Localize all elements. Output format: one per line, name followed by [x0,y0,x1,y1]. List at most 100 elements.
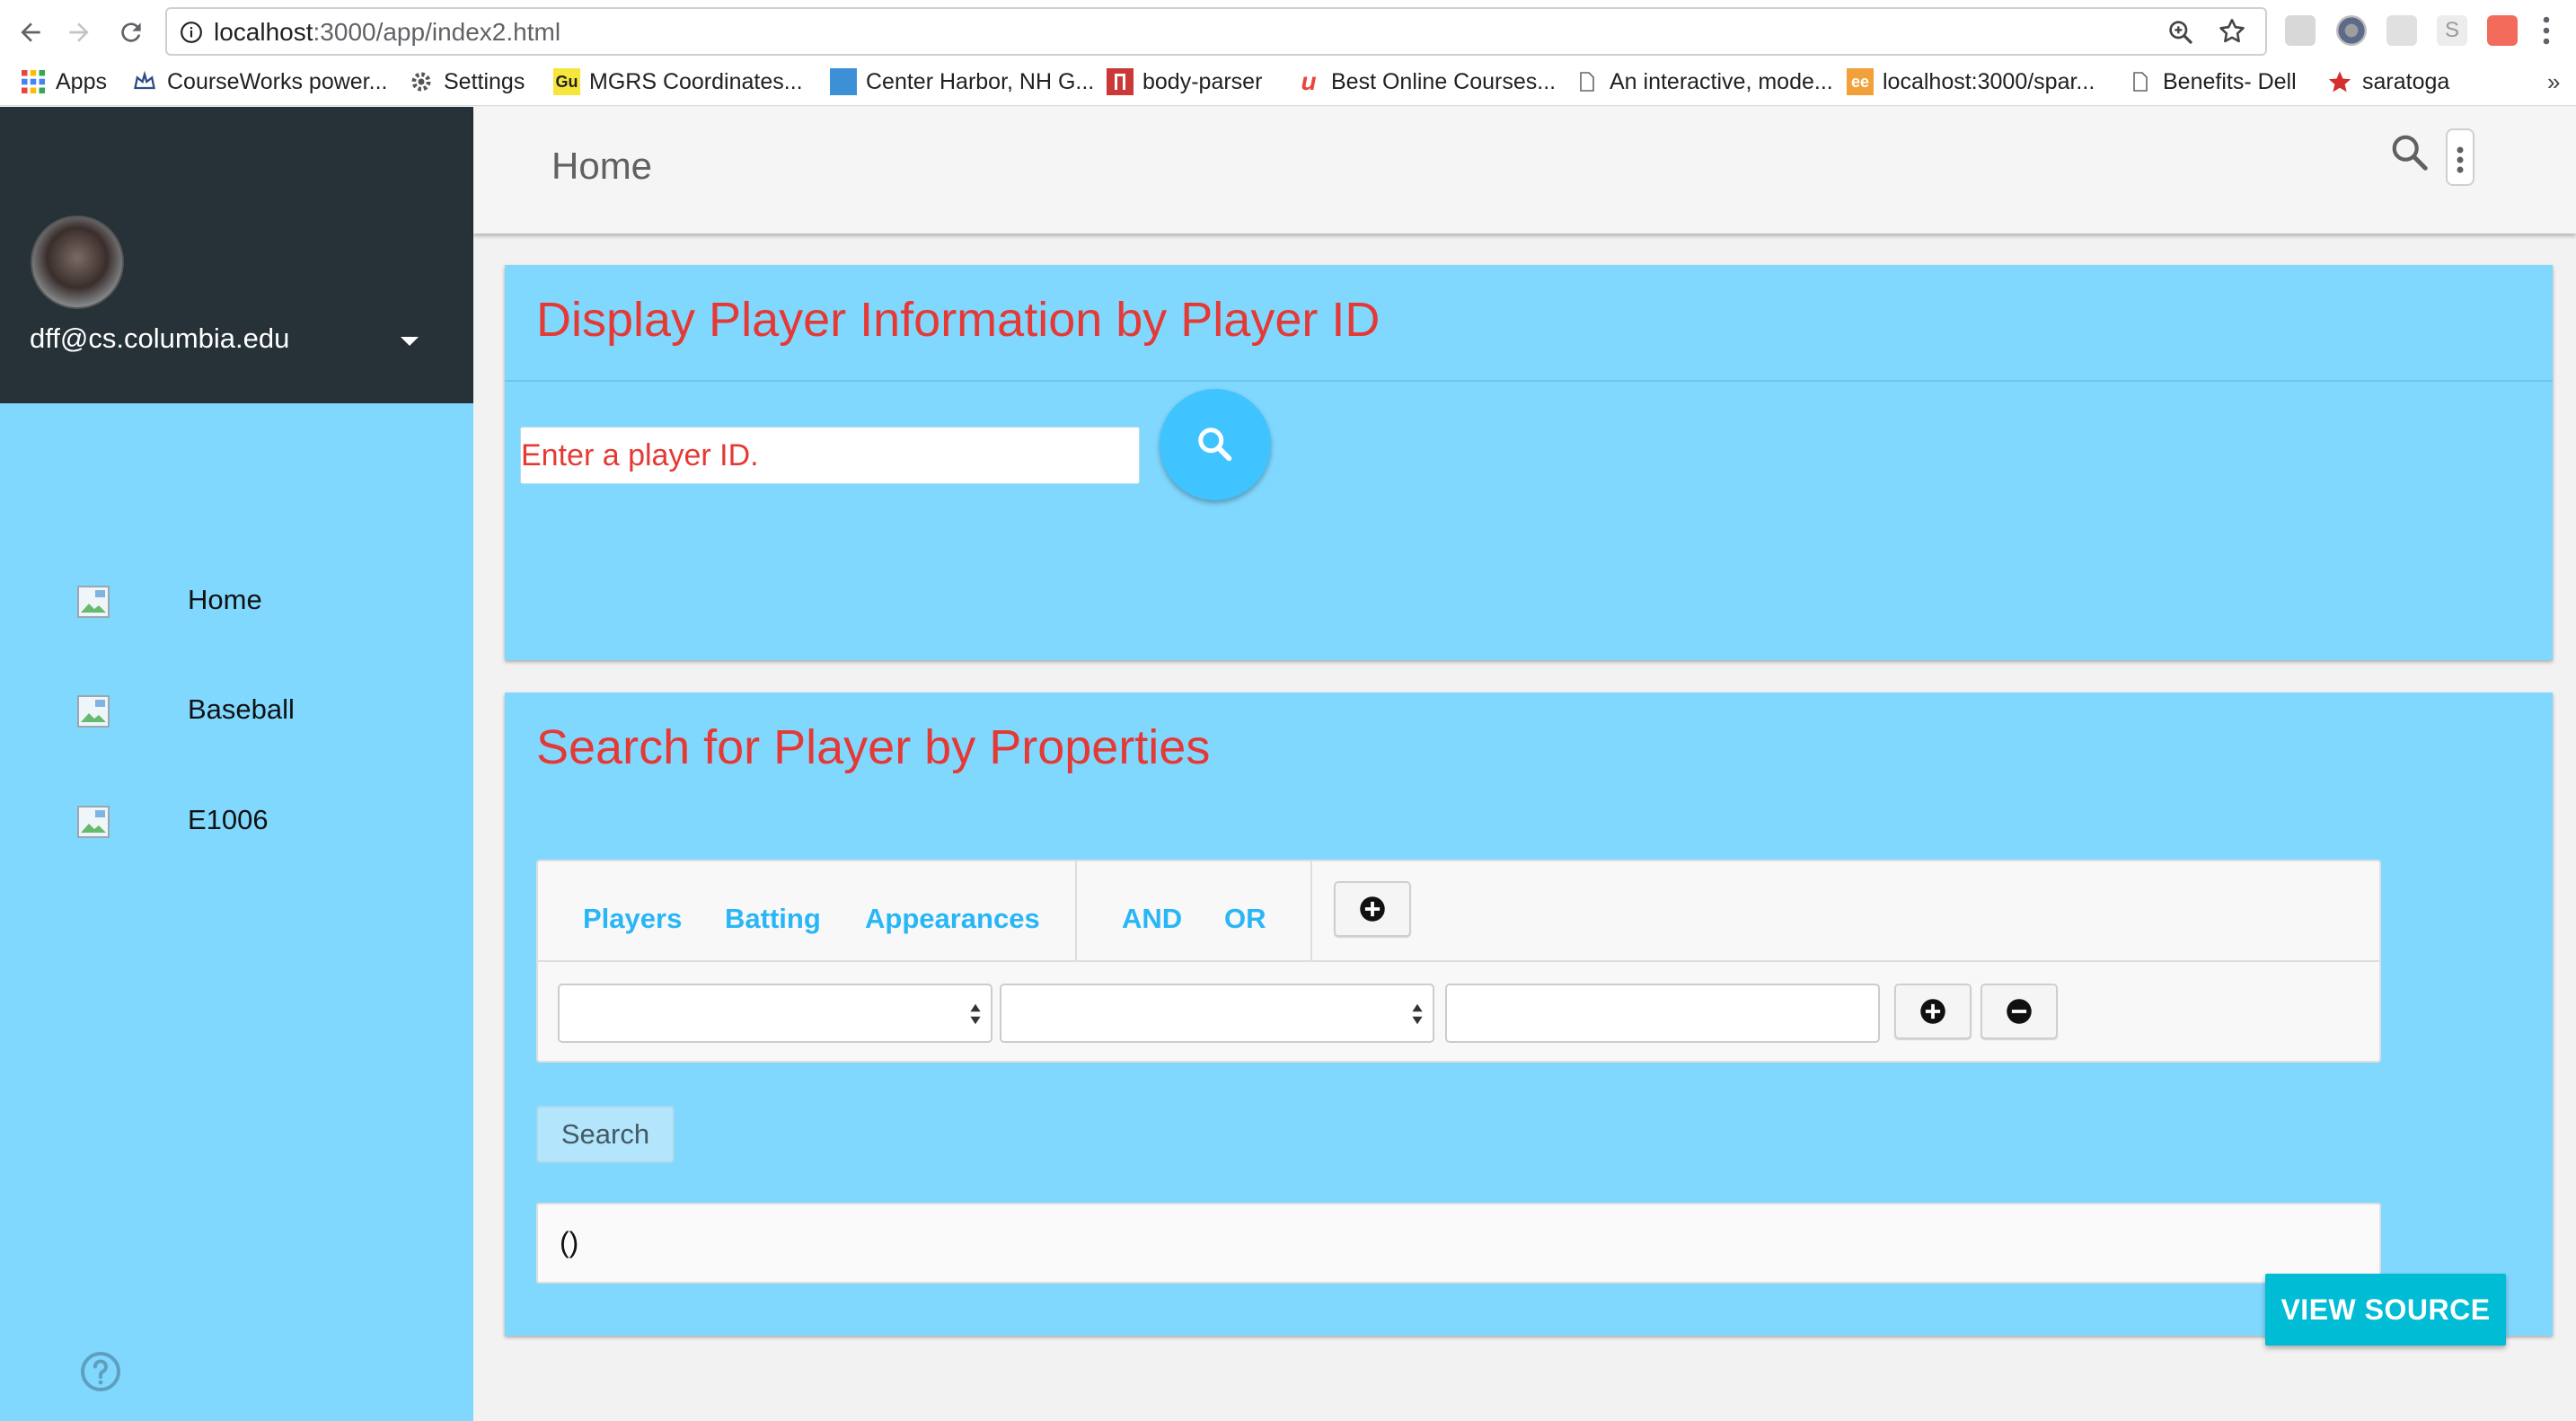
and-toggle[interactable]: AND [1122,903,1182,935]
results-box: () [536,1203,2381,1284]
remove-rule-button[interactable] [1981,984,2058,1039]
reload-button[interactable] [111,13,151,52]
result-text: () [560,1226,579,1258]
bookmark-localhost-spar[interactable]: ee localhost:3000/spar... [1847,65,2095,99]
url-text: localhost:3000/app/index2.html [214,18,561,46]
bookmark-label: localhost:3000/spar... [1883,68,2095,94]
back-button[interactable] [11,13,50,52]
bookmark-settings[interactable]: Settings [408,65,525,99]
view-source-button[interactable]: VIEW SOURCE [2265,1274,2506,1346]
extension-light-icon[interactable] [2386,15,2417,46]
udemy-icon: u [1301,67,1317,95]
page-icon [2127,68,2154,95]
sidebar-item-baseball[interactable]: Baseball [0,666,473,747]
or-toggle[interactable]: OR [1224,903,1266,935]
search-icon [1198,428,1232,462]
search-icon[interactable] [2389,132,2430,173]
gu-logo-icon: Gu [553,68,580,95]
header-divider [1075,861,1077,962]
bookmark-benefits-dell[interactable]: Benefits- Dell [2127,65,2297,99]
sidebar: dff@cs.columbia.edu Home Baseball E1006 [0,107,473,1421]
bookmark-center-harbor[interactable]: Center Harbor, NH G... [830,65,1094,99]
broken-image-icon [77,806,110,838]
property-search-card: Search for Player by Properties Players … [505,693,2553,1336]
address-bar[interactable]: localhost:3000/app/index2.html [165,7,2267,56]
bookmark-label: Best Online Courses... [1331,68,1557,94]
header-divider [1310,861,1312,962]
npm-icon [1107,68,1134,95]
tab-appearances[interactable]: Appearances [865,903,1040,935]
value-input[interactable] [1445,984,1880,1043]
player-id-search-button[interactable] [1160,389,1271,500]
extension-s-icon[interactable]: S [2437,15,2467,46]
sidebar-item-label: Baseball [188,693,295,725]
browser-toolbar: localhost:3000/app/index2.html S Apps Co… [0,0,2576,106]
card-title: Search for Player by Properties [536,720,1211,774]
card-title: Display Player Information by Player ID [536,293,1381,347]
bookmark-label: CourseWorks power... [167,68,388,94]
tab-players[interactable]: Players [583,903,682,935]
plus-circle-icon [1920,999,1945,1024]
add-rule-button[interactable] [1894,984,1972,1039]
tab-batting[interactable]: Batting [725,903,821,935]
more-bookmarks-button[interactable]: » [2547,68,2560,96]
bookmark-saratoga[interactable]: saratoga [2326,65,2449,99]
forward-button[interactable] [59,13,99,52]
search-button[interactable]: Search [536,1106,675,1163]
player-id-input[interactable] [520,427,1140,484]
gear-icon [408,68,435,95]
user-email: dff@cs.columbia.edu [30,322,290,354]
extension-red-icon[interactable] [2487,15,2518,46]
bookmark-label: Settings [444,68,525,94]
bookmark-interactive[interactable]: An interactive, mode... [1574,65,1833,99]
page-title: Home [551,145,653,187]
bookmark-label: body-parser [1142,68,1263,94]
add-group-button[interactable] [1334,881,1411,937]
bookmark-star-icon[interactable] [2217,16,2247,47]
card-divider [505,380,2553,382]
sidebar-item-e1006[interactable]: E1006 [0,777,473,858]
caret-down-icon[interactable] [399,335,420,348]
select-arrows-icon [970,1003,981,1025]
bookmark-label: Apps [56,68,107,94]
red-star-icon [2326,68,2353,95]
operator-select[interactable] [1000,984,1434,1043]
sidebar-header: dff@cs.columbia.edu [0,107,473,403]
player-id-card: Display Player Information by Player ID [505,265,2553,660]
browser-menu-icon[interactable] [2540,14,2553,47]
plus-circle-icon [1360,896,1385,922]
bookmark-label: An interactive, mode... [1610,68,1833,94]
zoom-icon[interactable] [2166,18,2195,47]
query-builder: Players Batting Appearances AND OR [536,860,2381,1063]
bookmark-label: saratoga [2362,68,2450,94]
field-select[interactable] [558,984,992,1043]
apps-grid-icon [20,68,47,95]
bookmark-online-courses[interactable]: u Best Online Courses... [1295,65,1556,99]
help-icon[interactable] [79,1350,122,1393]
select-arrows-icon [1412,1003,1423,1025]
reload-icon [121,22,141,42]
extension-camera-icon[interactable] [2336,15,2367,46]
sidebar-item-label: Home [188,584,262,615]
bookmark-mgrs[interactable]: Gu MGRS Coordinates... [553,65,803,99]
extension-gray-icon[interactable] [2285,15,2316,46]
sidebar-item-label: E1006 [188,804,269,835]
broken-image-icon [77,586,110,618]
bookmark-label: Center Harbor, NH G... [866,68,1095,94]
bookmark-body-parser[interactable]: body-parser [1107,65,1262,99]
bookmark-apps[interactable]: Apps [20,65,107,99]
sidebar-item-home[interactable]: Home [0,557,473,638]
map-icon [830,68,857,95]
bookmark-courseworks[interactable]: CourseWorks power... [131,65,387,99]
more-vert-icon [2457,146,2464,173]
bookmarks-bar: Apps CourseWorks power... Settings Gu MG… [0,59,2576,104]
ee-icon: ee [1847,68,1874,95]
crown-icon [131,68,158,95]
more-options-button[interactable] [2446,128,2475,186]
avatar[interactable] [31,216,124,309]
query-builder-header: Players Batting Appearances AND OR [538,861,2379,962]
forward-arrow-icon [69,22,89,42]
back-arrow-icon [21,22,40,42]
bookmark-label: MGRS Coordinates... [589,68,803,94]
page-icon [1574,68,1601,95]
